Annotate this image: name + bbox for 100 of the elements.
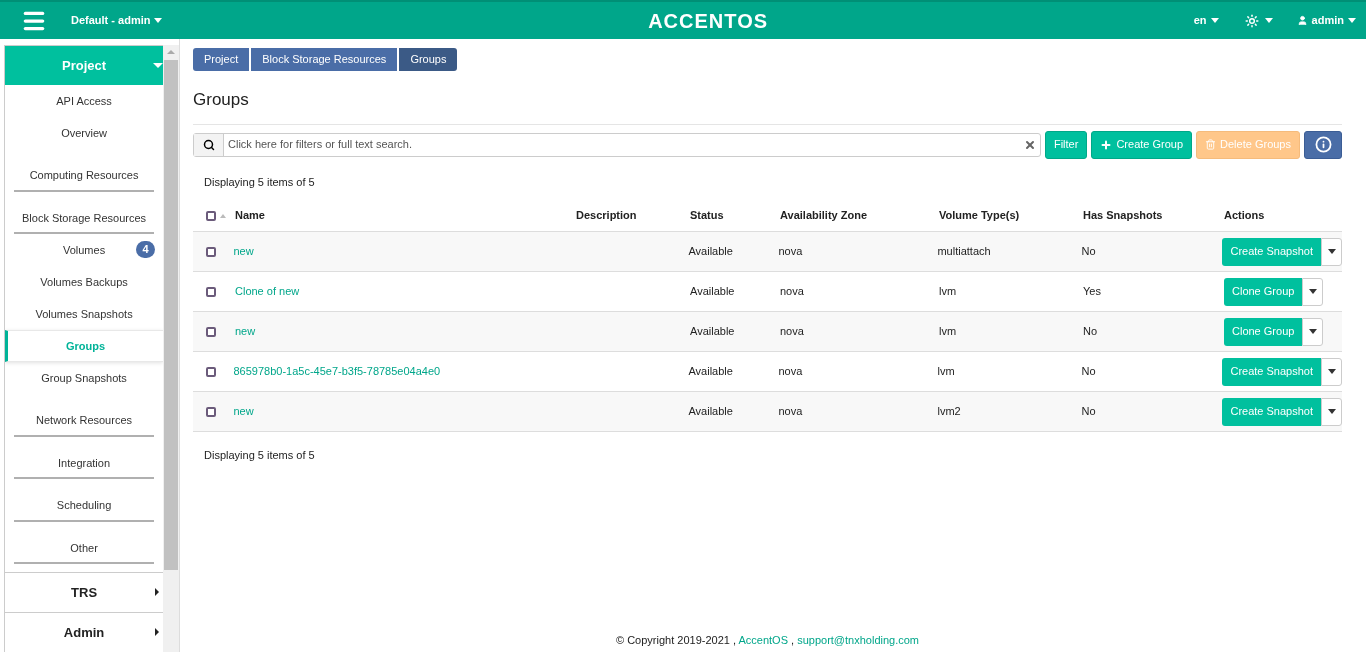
- sidebar-category[interactable]: Other: [14, 533, 155, 564]
- caret-icon: [1327, 369, 1336, 374]
- table-cell: Available: [690, 325, 735, 338]
- theme-dropdown[interactable]: [1244, 13, 1273, 28]
- breadcrumb-item[interactable]: Block Storage Resources: [251, 48, 400, 71]
- row-checkbox[interactable]: [206, 326, 216, 337]
- sidebar-item[interactable]: Volumes Backups: [5, 266, 164, 298]
- caret-icon: [155, 588, 160, 596]
- table-cell: lvm: [937, 365, 955, 378]
- info-icon: [1314, 136, 1332, 153]
- table-cell: Available: [688, 365, 733, 378]
- row-action-button[interactable]: Create Snapshot: [1222, 237, 1321, 266]
- table-cell: No: [1083, 325, 1098, 338]
- table-cell: nova: [778, 405, 803, 418]
- sidebar-item[interactable]: Volumes Snapshots: [5, 298, 164, 330]
- group-link[interactable]: new: [233, 405, 254, 418]
- user-icon: [1296, 15, 1308, 26]
- table-cell: Yes: [1083, 285, 1101, 298]
- table-cell: Available: [688, 405, 733, 418]
- column-header: Volume Type(s): [939, 208, 1021, 224]
- group-link[interactable]: new: [235, 325, 256, 338]
- table-cell: lvm: [939, 285, 957, 298]
- search-field[interactable]: Click here for filters or full text search.: [193, 132, 1041, 157]
- caret-icon: [155, 628, 160, 636]
- search-icon: [202, 138, 215, 151]
- sidebar-category[interactable]: Scheduling: [14, 491, 155, 522]
- breadcrumb-item[interactable]: Project: [193, 48, 252, 71]
- group-link[interactable]: 865978b0-1a5c-45e7-b3f5-78785e04a4e0: [233, 365, 441, 378]
- scrollbar[interactable]: [163, 45, 179, 652]
- row-checkbox[interactable]: [206, 406, 216, 417]
- breadcrumb-item: Groups: [399, 48, 458, 71]
- sidebar-category[interactable]: Computing Resources: [14, 161, 155, 192]
- logo: ACCENTOS: [648, 8, 769, 34]
- plus-icon: [1100, 138, 1113, 151]
- user-dropdown[interactable]: admin: [1296, 12, 1356, 29]
- row-action-dropdown[interactable]: [1302, 277, 1324, 306]
- sidebar-panel-header[interactable]: Project: [5, 46, 164, 85]
- footer-link[interactable]: AccentOS: [738, 633, 792, 646]
- footer-link[interactable]: support@tnxholding.com: [797, 633, 919, 646]
- row-action-dropdown[interactable]: [1321, 237, 1342, 266]
- count-badge: 4: [136, 241, 156, 258]
- column-header: Status: [690, 208, 725, 224]
- column-header: Availability Zone: [780, 208, 868, 224]
- group-link[interactable]: Clone of new: [235, 285, 300, 298]
- project-dropdown[interactable]: Default - admin: [71, 12, 163, 29]
- scrollbar-thumb[interactable]: [164, 60, 179, 570]
- column-header[interactable]: Name: [235, 207, 576, 224]
- caret-icon: [154, 18, 163, 23]
- create-button[interactable]: Create Group: [1091, 130, 1193, 159]
- sun-icon: [1244, 13, 1259, 28]
- language-dropdown[interactable]: en: [1193, 12, 1219, 29]
- sidebar-item[interactable]: Group Snapshots: [5, 362, 164, 394]
- caret-icon: [1327, 249, 1336, 254]
- table-cell: Available: [688, 245, 733, 258]
- sidebar-category[interactable]: Block Storage Resources: [14, 203, 155, 234]
- search-input[interactable]: Click here for filters or full text search.: [224, 136, 1024, 153]
- row-action-dropdown[interactable]: [1321, 397, 1342, 426]
- row-checkbox[interactable]: [206, 246, 216, 257]
- table-cell: nova: [778, 365, 803, 378]
- trash-icon: [1205, 139, 1217, 150]
- info-button[interactable]: [1304, 130, 1342, 159]
- sidebar-item[interactable]: API Access: [5, 85, 164, 117]
- caret-icon: [1327, 409, 1336, 414]
- row-action-button[interactable]: Create Snapshot: [1222, 357, 1321, 386]
- column-header: Has Snapshots: [1083, 208, 1164, 224]
- caret-icon: [1308, 289, 1317, 294]
- row-action-dropdown[interactable]: [1302, 317, 1324, 346]
- sidebar-category[interactable]: Integration: [14, 448, 155, 479]
- item-count: Displaying 5 items of 5: [204, 448, 316, 463]
- filter-button[interactable]: Filter: [1044, 130, 1088, 159]
- sidebar-item[interactable]: Overview: [5, 117, 164, 149]
- sidebar-item[interactable]: Volumes 4: [5, 234, 164, 266]
- sidebar-category[interactable]: Network Resources: [14, 406, 155, 437]
- caret-icon: [1210, 18, 1219, 23]
- caret-icon: [1308, 329, 1317, 334]
- item-count: Displaying 5 items of 5: [204, 174, 316, 190]
- caret-icon: [1264, 18, 1273, 23]
- table-cell: lvm2: [937, 405, 961, 418]
- table-cell: Available: [690, 285, 735, 298]
- copyright-text: © Copyright 2019-2021 , AccentOS , support@tnxholding.com: [615, 632, 920, 648]
- row-checkbox[interactable]: [206, 366, 216, 377]
- row-action-button[interactable]: Clone Group: [1224, 317, 1303, 346]
- column-header: Actions: [1224, 208, 1266, 224]
- clear-icon[interactable]: [1023, 138, 1036, 151]
- group-link[interactable]: new: [233, 245, 254, 258]
- table-cell: No: [1081, 245, 1096, 258]
- table-cell: multiattach: [937, 245, 991, 258]
- row-action-button[interactable]: Create Snapshot: [1222, 397, 1321, 426]
- caret-icon: [1348, 18, 1356, 23]
- table-cell: lvm: [939, 325, 957, 338]
- row-action-button[interactable]: Clone Group: [1224, 277, 1303, 306]
- column-header: Description: [576, 208, 638, 224]
- table-cell: No: [1081, 405, 1096, 418]
- row-action-dropdown[interactable]: [1321, 357, 1342, 386]
- page-title: Groups: [193, 89, 250, 111]
- select-all-checkbox[interactable]: [206, 210, 216, 221]
- table-cell: No: [1081, 365, 1096, 378]
- row-checkbox[interactable]: [206, 286, 216, 297]
- table-cell: nova: [780, 285, 804, 298]
- table-cell: nova: [778, 245, 803, 258]
